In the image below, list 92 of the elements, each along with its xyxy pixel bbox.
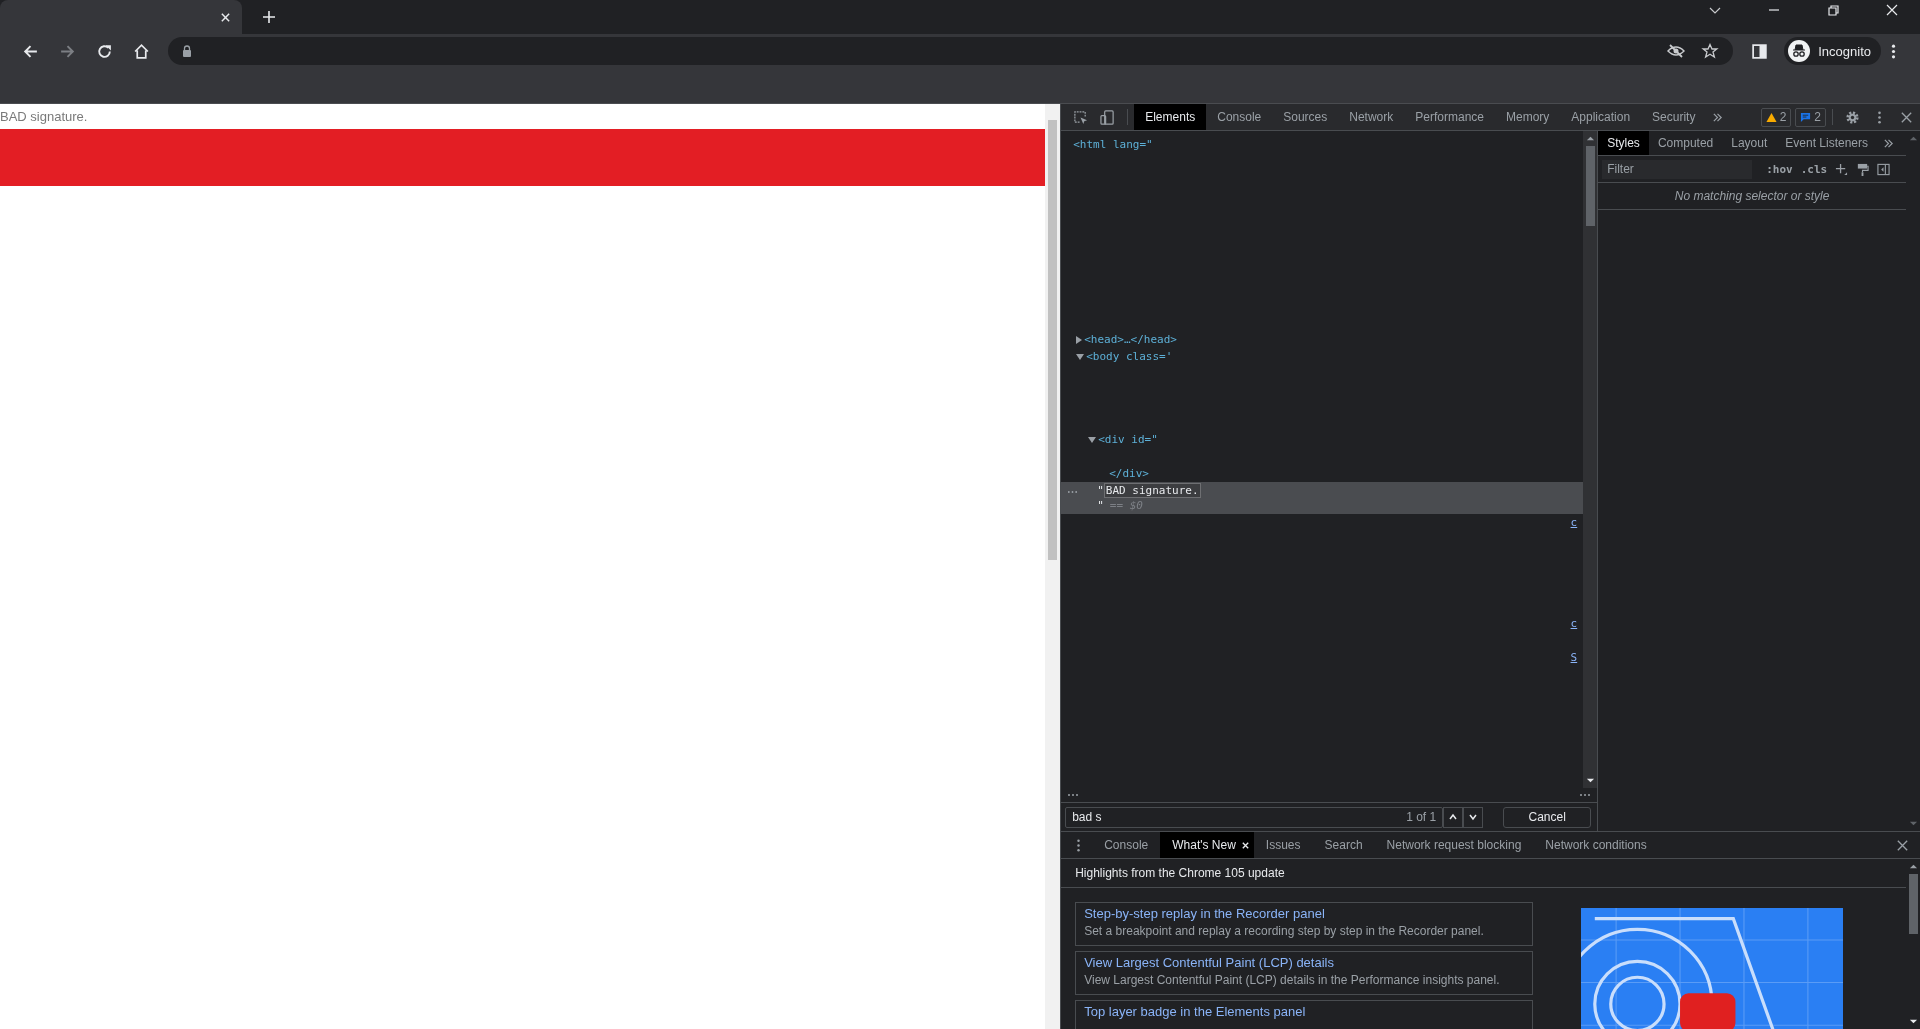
new-tab-icon[interactable] bbox=[262, 10, 276, 24]
drawer-tab[interactable]: Network request blocking bbox=[1374, 832, 1534, 858]
match-count: 1 of 1 bbox=[1406, 810, 1437, 824]
quote-mark: " bbox=[1097, 499, 1104, 512]
device-icon[interactable] bbox=[1100, 109, 1116, 125]
filter-field[interactable]: Filter bbox=[1602, 159, 1753, 179]
html-tag[interactable]: <html lang=" bbox=[1073, 138, 1153, 151]
source-link[interactable]: S bbox=[1570, 651, 1578, 668]
feature-link[interactable]: Top layer badge in the Elements panel bbox=[1084, 1004, 1525, 1019]
panel-tab[interactable]: Network bbox=[1338, 104, 1405, 130]
pane-tab[interactable]: Computed bbox=[1648, 131, 1723, 155]
search-query: bad s bbox=[1072, 810, 1102, 824]
panel-tab[interactable]: Application bbox=[1560, 104, 1642, 130]
sidebar-toggle-icon[interactable] bbox=[1877, 162, 1891, 176]
empty-message: No matching selector or style bbox=[1598, 183, 1906, 210]
search-match: BAD signature. bbox=[1103, 483, 1201, 498]
lock-icon[interactable] bbox=[182, 45, 192, 57]
scroll-up-icon[interactable] bbox=[1908, 134, 1918, 143]
chevron-down-icon bbox=[1468, 812, 1479, 822]
scroll-up-icon[interactable] bbox=[1585, 134, 1595, 143]
panel-tab[interactable]: Performance bbox=[1404, 104, 1495, 130]
quote-mark: " bbox=[1097, 484, 1104, 497]
ellipsis-icon[interactable] bbox=[1067, 490, 1079, 494]
warning-icon bbox=[1765, 111, 1777, 123]
message-icon bbox=[1800, 111, 1812, 123]
panel-tab[interactable]: Security bbox=[1641, 104, 1707, 130]
feature-link[interactable]: Step-by-step replay in the Recorder panel bbox=[1084, 906, 1525, 921]
paint-roller-icon[interactable] bbox=[1856, 162, 1870, 176]
scroll-down-icon[interactable] bbox=[1908, 1017, 1918, 1026]
closing-tag[interactable]: </div> bbox=[1109, 467, 1149, 480]
scrollbar[interactable] bbox=[1583, 131, 1598, 788]
scrollbar[interactable] bbox=[1045, 104, 1061, 1029]
scroll-down-icon[interactable] bbox=[1585, 776, 1595, 785]
panel-tab[interactable]: Memory bbox=[1495, 104, 1561, 130]
panel-tab[interactable]: Console bbox=[1206, 104, 1273, 130]
panel-tab[interactable]: Elements bbox=[1134, 104, 1207, 130]
pane-tab[interactable]: Event Listeners bbox=[1776, 131, 1877, 155]
feature-card[interactable]: View Largest Contentful Paint (LCP) details View Largest Contentful Paint (LCP) details in the Performance insights panel. bbox=[1075, 951, 1534, 995]
eye-slash-icon[interactable] bbox=[1667, 43, 1686, 59]
close-icon[interactable] bbox=[1885, 3, 1899, 17]
feature-description: Set a breakpoint and replay a recording step by step in the Recorder panel. bbox=[1084, 924, 1485, 938]
drawer-tab[interactable]: Console bbox=[1092, 832, 1161, 858]
close-icon[interactable] bbox=[1240, 840, 1250, 850]
settings-icon[interactable] bbox=[1845, 109, 1860, 125]
home-icon[interactable] bbox=[133, 42, 150, 60]
messages-badge[interactable]: 2 bbox=[1795, 107, 1826, 127]
plus-icon[interactable] bbox=[1835, 162, 1849, 176]
scrollbar-thumb[interactable] bbox=[1048, 120, 1058, 560]
cancel-button[interactable]: Cancel bbox=[1503, 806, 1592, 828]
drawer-tab[interactable]: What's New bbox=[1160, 832, 1254, 858]
collapsed-triangle-icon[interactable] bbox=[1076, 335, 1083, 344]
star-icon[interactable] bbox=[1701, 43, 1720, 59]
profile-button[interactable]: Incognito bbox=[1784, 37, 1881, 65]
hover-toggle[interactable]: :hov bbox=[1766, 162, 1793, 176]
inspect-icon[interactable] bbox=[1073, 109, 1089, 125]
more-tabs-icon[interactable] bbox=[1712, 111, 1724, 123]
restore-icon[interactable] bbox=[1826, 3, 1840, 17]
feature-card[interactable]: Top layer badge in the Elements panel bbox=[1075, 1000, 1534, 1029]
close-icon[interactable] bbox=[220, 11, 231, 23]
scrollbar-thumb[interactable] bbox=[1908, 874, 1918, 934]
feature-link[interactable]: View Largest Contentful Paint (LCP) details bbox=[1084, 955, 1525, 970]
more-tabs-icon[interactable] bbox=[1883, 137, 1894, 149]
ellipsis-icon[interactable] bbox=[1067, 793, 1080, 797]
next-match-button[interactable] bbox=[1463, 806, 1484, 828]
pane-tab[interactable]: Styles bbox=[1598, 131, 1649, 155]
feature-description: View Largest Contentful Paint (LCP) details in the Performance insights panel. bbox=[1084, 973, 1501, 987]
source-link[interactable]: c bbox=[1570, 617, 1578, 634]
drawer-tab[interactable]: Network conditions bbox=[1533, 832, 1659, 858]
incognito-icon bbox=[1788, 40, 1811, 62]
expanded-triangle-icon[interactable] bbox=[1088, 436, 1097, 443]
html-tag[interactable]: <div id=" bbox=[1098, 433, 1158, 446]
source-link[interactable]: c bbox=[1570, 516, 1578, 533]
expanded-triangle-icon[interactable] bbox=[1076, 353, 1085, 360]
scrollbar-thumb[interactable] bbox=[1585, 146, 1595, 226]
reload-icon[interactable] bbox=[96, 42, 113, 60]
previous-match-button[interactable] bbox=[1443, 806, 1464, 828]
drawer-heading: Highlights from the Chrome 105 update bbox=[1061, 859, 1906, 888]
drawer-tab[interactable]: Issues bbox=[1253, 832, 1313, 858]
error-message: BAD signature. bbox=[0, 108, 89, 126]
search-field[interactable]: bad s 1 of 1 bbox=[1065, 806, 1444, 828]
side-panel-icon[interactable] bbox=[1751, 42, 1769, 60]
panel-tab[interactable]: Sources bbox=[1272, 104, 1339, 130]
feature-card[interactable]: Step-by-step replay in the Recorder panel Set a breakpoint and replay a recording step by step in the Recorder panel. bbox=[1075, 902, 1534, 946]
html-tag[interactable]: <body class=' bbox=[1086, 350, 1173, 363]
scroll-up-icon[interactable] bbox=[1908, 862, 1918, 871]
pane-tab[interactable]: Layout bbox=[1722, 131, 1777, 155]
class-toggle[interactable]: .cls bbox=[1800, 162, 1828, 176]
ellipsis-icon[interactable] bbox=[1579, 793, 1592, 797]
warnings-badge[interactable]: 2 bbox=[1760, 107, 1792, 127]
chevron-up-icon bbox=[1448, 812, 1459, 822]
drawer-tab[interactable]: Search bbox=[1312, 832, 1375, 858]
html-tag[interactable]: <head>…</head> bbox=[1084, 333, 1177, 346]
